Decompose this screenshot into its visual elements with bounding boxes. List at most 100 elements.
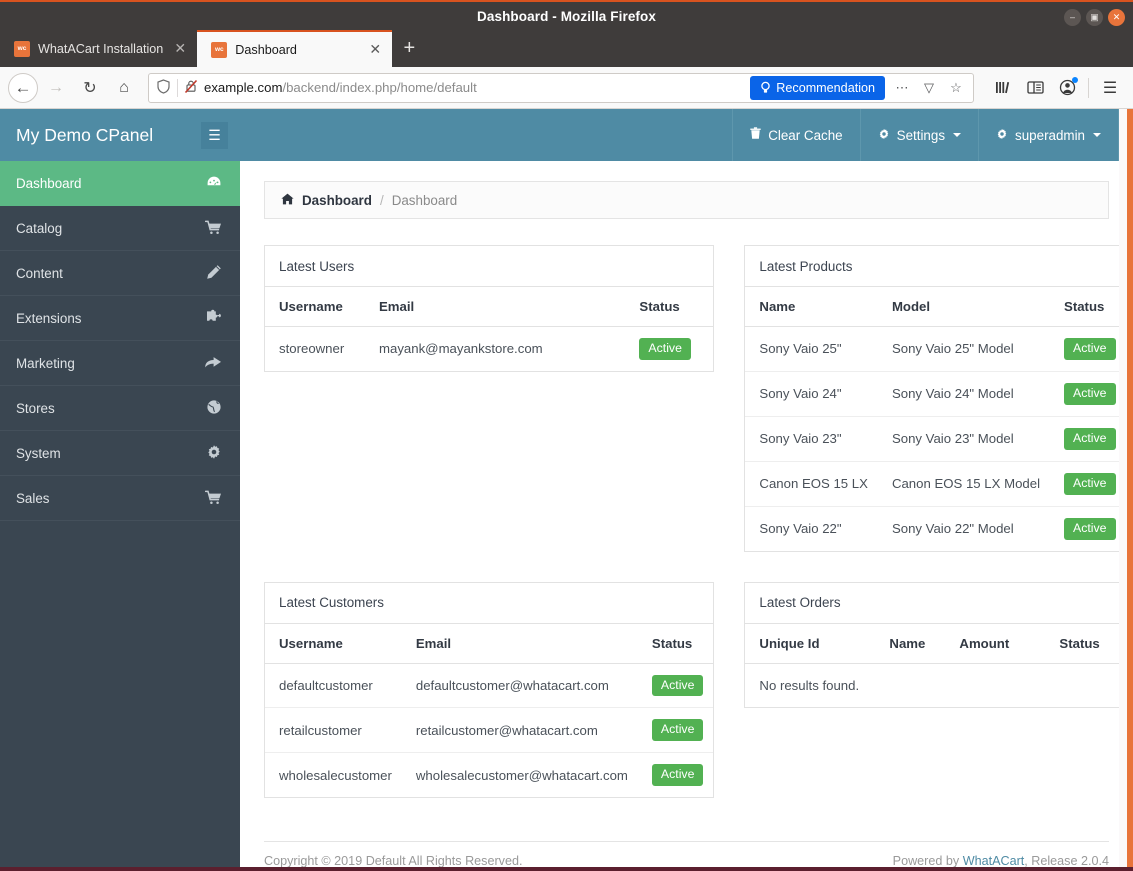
clear-cache-button[interactable]: Clear Cache [732, 109, 859, 161]
back-button[interactable]: ← [8, 72, 38, 103]
column-status: Status [625, 287, 714, 327]
page-scrollbar[interactable] [1119, 109, 1127, 871]
footer-copyright: Copyright © 2019 Default All Rights Rese… [264, 854, 523, 868]
cell-model: Sony Vaio 25" Model [877, 326, 1051, 372]
status-badge: Active [651, 719, 704, 742]
broken-lock-icon[interactable] [178, 79, 204, 97]
cell-model: Sony Vaio 22" Model [891, 521, 1014, 537]
shopping-cart-icon [204, 490, 222, 507]
tab-close-icon[interactable]: ✕ [366, 41, 384, 58]
puzzle-piece-icon [205, 309, 222, 327]
cell-username: storeowner [279, 341, 345, 357]
favicon-icon: wc [211, 41, 228, 58]
divider [1088, 77, 1089, 98]
panel-title: Latest Customers [265, 583, 714, 624]
sidebar-item-marketing[interactable]: Marketing [0, 341, 240, 386]
cell-status: Active [1050, 461, 1126, 507]
share-arrow-icon [204, 355, 222, 371]
sidebar-item-system[interactable]: System [0, 431, 240, 476]
tachometer-icon [206, 175, 222, 191]
recommendation-pill[interactable]: Recommendation [750, 75, 885, 100]
panel-latest-customers: Latest Customers Username Email Status d… [264, 581, 715, 799]
cell-model: Sony Vaio 24" Model [877, 371, 1051, 417]
pocket-icon[interactable]: ▽ [916, 80, 942, 96]
settings-label: Settings [896, 127, 946, 143]
cell-name: Sony Vaio 23" [745, 416, 878, 462]
tab-close-icon[interactable]: ✕ [171, 40, 189, 57]
forward-button[interactable]: → [40, 72, 72, 104]
sidebar-item-content[interactable]: Content [0, 251, 240, 296]
bookmark-star-icon[interactable]: ☆ [943, 80, 969, 96]
table-row: Canon EOS 15 LX Canon EOS 15 LX Model Ac… [745, 461, 1126, 507]
maximize-button[interactable]: ▣ [1086, 8, 1103, 26]
sidebar-item-stores[interactable]: Stores [0, 386, 240, 431]
address-bar[interactable]: example.com/backend/index.php/home/defau… [148, 72, 974, 103]
minimize-button[interactable]: – [1064, 8, 1081, 26]
settings-menu[interactable]: Settings [859, 109, 978, 161]
library-icon[interactable] [988, 73, 1018, 103]
chevron-down-icon [1093, 133, 1101, 137]
cell-email: defaultcustomer@whatacart.com [401, 663, 638, 709]
new-tab-button[interactable]: + [392, 30, 426, 67]
breadcrumb-root[interactable]: Dashboard [302, 193, 372, 208]
main-content: Clear Cache Settings superadmin Dashboar… [240, 109, 1133, 871]
pencil-icon [206, 264, 222, 282]
browser-tab-dashboard[interactable]: wc Dashboard ✕ [197, 30, 393, 67]
table-row: Sony Vaio 23" Sony Vaio 23" Model Active [745, 416, 1126, 462]
panel-latest-orders: Latest Orders Unique Id Name Amount Stat… [744, 581, 1127, 708]
home-button[interactable]: ⌂ [108, 72, 140, 104]
recommendation-label: Recommendation [776, 80, 875, 95]
table-row: defaultcustomer defaultcustomer@whatacar… [265, 663, 714, 709]
shield-icon[interactable] [149, 78, 177, 97]
table-header-row: Username Email Status [265, 287, 714, 327]
column-username: Username [265, 287, 365, 327]
page-body: Dashboard / Dashboard Latest Users Usern… [240, 161, 1133, 841]
favicon-icon: wc [14, 40, 30, 57]
panel-title: Latest Users [265, 246, 714, 287]
powered-suffix: , Release 2.0.4 [1024, 854, 1109, 868]
sidebar-item-extensions[interactable]: Extensions [0, 296, 240, 341]
account-icon[interactable] [1052, 73, 1082, 103]
shopping-cart-icon [204, 220, 222, 237]
powered-prefix: Powered by [892, 854, 963, 868]
brand-title: My Demo CPanel [16, 124, 154, 145]
column-status: Status [637, 623, 714, 664]
window-title: Dashboard - Mozilla Firefox [477, 8, 656, 24]
sidebar-icon[interactable] [1020, 73, 1050, 103]
breadcrumb: Dashboard / Dashboard [264, 181, 1109, 219]
close-button[interactable]: ✕ [1108, 8, 1125, 26]
status-badge: Active [1064, 517, 1116, 540]
browser-toolbar-right: ☰ [982, 73, 1125, 103]
cell-status: Active [638, 753, 714, 797]
cell-name: Canon EOS 15 LX [745, 461, 878, 507]
table-header-row: Unique Id Name Amount Status [745, 623, 1126, 664]
whatacart-link[interactable]: WhatACart [963, 854, 1025, 868]
url-domain: example.com [204, 80, 283, 95]
gear-icon [878, 128, 890, 143]
sidebar-item-label: Content [16, 265, 63, 281]
reload-button[interactable]: ↻ [74, 72, 106, 104]
latest-users-table: Username Email Status storeowner mayank@… [265, 287, 714, 371]
sidebar-item-sales[interactable]: Sales [0, 476, 240, 521]
table-row: wholesalecustomer wholesalecustomer@what… [265, 753, 713, 797]
url-text[interactable]: example.com/backend/index.php/home/defau… [204, 80, 750, 95]
table-row: Sony Vaio 25" Sony Vaio 25" Model Active [745, 326, 1126, 372]
sidebar-item-dashboard[interactable]: Dashboard [0, 161, 240, 206]
cell-status: Active [637, 663, 714, 709]
browser-tab-whatacart-installation[interactable]: wc WhatACart Installation ✕ [0, 30, 197, 67]
sidebar-item-catalog[interactable]: Catalog [0, 206, 240, 251]
app-menu-icon[interactable]: ☰ [1095, 73, 1125, 103]
title-bar: Dashboard - Mozilla Firefox – ▣ ✕ [0, 0, 1133, 30]
cell-email: retailcustomer@whatacart.com [401, 707, 638, 754]
account-badge [1072, 76, 1078, 83]
cell-name: Sony Vaio 25" [745, 326, 878, 372]
table-row: Sony Vaio 24" Sony Vaio 24" Model Active [745, 371, 1126, 417]
globe-icon [206, 399, 222, 417]
window-right-border [1127, 109, 1133, 871]
column-unique-id: Unique Id [745, 623, 876, 664]
sidebar-toggle-button[interactable]: ☰ [201, 121, 228, 149]
firefox-window: Dashboard - Mozilla Firefox – ▣ ✕ wc Wha… [0, 0, 1133, 871]
page-actions-icon[interactable]: ⋯ [889, 80, 915, 96]
chevron-down-icon [953, 133, 962, 137]
user-menu[interactable]: superadmin [978, 109, 1119, 161]
